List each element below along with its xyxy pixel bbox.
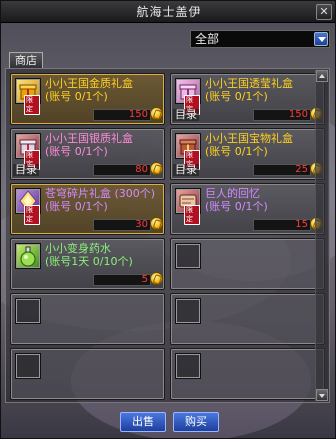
- close-icon: ✕: [319, 5, 329, 18]
- list-item[interactable]: 限定 苍穹碎片礼盒 (300个) (账号 0/1个) 30: [10, 183, 165, 235]
- price-bar: 80: [93, 164, 151, 176]
- coin-icon: [150, 217, 163, 230]
- sell-button[interactable]: 出售: [120, 412, 166, 432]
- item-grid: 限定 小小王国金质礼盒 (账号 0/1个) 150 限定 小小王国透莹礼盒 (账…: [5, 68, 330, 403]
- buy-button[interactable]: 购买: [173, 412, 219, 432]
- memory-scroll-icon: 限定: [175, 188, 201, 225]
- item-name: 苍穹碎片礼盒 (300个): [45, 187, 156, 200]
- coin-icon: [150, 107, 163, 120]
- empty-slot-icon: [175, 298, 201, 324]
- list-item[interactable]: 小小变身药水 (账号1天 0/10个) 5: [10, 238, 165, 290]
- empty-slot-icon: [175, 243, 201, 269]
- price-bar: 5: [93, 274, 151, 286]
- catalog-link[interactable]: 目录: [13, 164, 39, 176]
- item-price: 150: [288, 109, 308, 120]
- empty-slot-icon: [175, 353, 201, 379]
- scroll-up-icon[interactable]: [316, 70, 328, 82]
- gift-box-pink-icon: 限定: [175, 78, 201, 115]
- item-limit: (账号 0/1个): [45, 90, 108, 103]
- empty-slot: [10, 348, 165, 400]
- list-item[interactable]: 限定 小小王国银质礼盒 (账号 0/1个) 目录 80: [10, 128, 165, 180]
- window-title: 航海士盖伊: [1, 1, 335, 23]
- dropdown-selected-value: 全部: [195, 32, 220, 46]
- scrollbar[interactable]: [315, 70, 328, 401]
- coin-icon: [150, 272, 163, 285]
- coin-icon: [150, 162, 163, 175]
- empty-slot: [170, 238, 325, 290]
- potion-icon: [15, 243, 41, 269]
- list-item[interactable]: 限定 巨人的回忆 (账号 0/1个) 15: [170, 183, 325, 235]
- close-button[interactable]: ✕: [316, 4, 332, 20]
- item-price: 15: [295, 219, 308, 230]
- item-limit: (账号1天 0/10个): [45, 255, 133, 268]
- price-bar: 150: [253, 109, 311, 121]
- price-bar: 25: [253, 164, 311, 176]
- limited-badge: 限定: [24, 95, 40, 115]
- item-limit: (账号 0/1个): [205, 90, 268, 103]
- tab-shop[interactable]: 商店: [9, 52, 43, 69]
- empty-slot-icon: [15, 353, 41, 379]
- catalog-link[interactable]: 目录: [173, 109, 199, 121]
- list-item[interactable]: 限定 小小王国宝物礼盒 (账号 0/1个) 目录 25: [170, 128, 325, 180]
- item-name: 小小王国透莹礼盒: [205, 77, 293, 90]
- shard-box-icon: 限定: [15, 188, 41, 225]
- item-limit: (账号 0/1个): [45, 145, 108, 158]
- chevron-down-icon[interactable]: [314, 32, 328, 46]
- gift-box-gold-icon: 限定: [15, 78, 41, 115]
- item-price: 30: [135, 219, 148, 230]
- limited-badge: 限定: [24, 205, 40, 225]
- scroll-down-icon[interactable]: [316, 389, 328, 401]
- item-price: 25: [295, 164, 308, 175]
- catalog-link[interactable]: 目录: [173, 164, 199, 176]
- item-price: 80: [135, 164, 148, 175]
- gift-box-silver-icon: 限定: [15, 133, 41, 170]
- empty-slot: [170, 348, 325, 400]
- list-item[interactable]: 限定 小小王国透莹礼盒 (账号 0/1个) 目录 150: [170, 73, 325, 125]
- gift-box-treasure-icon: 限定: [175, 133, 201, 170]
- item-name: 小小王国金质礼盒: [45, 77, 133, 90]
- item-name: 小小王国银质礼盒: [45, 132, 133, 145]
- list-item[interactable]: 限定 小小王国金质礼盒 (账号 0/1个) 150: [10, 73, 165, 125]
- item-limit: (账号 0/1个): [205, 200, 268, 213]
- item-price: 5: [141, 274, 148, 285]
- item-name: 小小王国宝物礼盒: [205, 132, 293, 145]
- item-name: 巨人的回忆: [205, 187, 260, 200]
- shop-window: 航海士盖伊 ✕ 全部 商店 限定 小小王国金质礼盒 (账号 0/1个) 150 …: [0, 0, 336, 439]
- empty-slot: [170, 293, 325, 345]
- item-limit: (账号 0/1个): [45, 200, 108, 213]
- price-bar: 30: [93, 219, 151, 231]
- empty-slot-icon: [15, 298, 41, 324]
- price-bar: 150: [93, 109, 151, 121]
- category-dropdown[interactable]: 全部: [190, 30, 330, 48]
- price-bar: 15: [253, 219, 311, 231]
- item-limit: (账号 0/1个): [205, 145, 268, 158]
- empty-slot: [10, 293, 165, 345]
- item-name: 小小变身药水: [45, 242, 111, 255]
- item-price: 150: [128, 109, 148, 120]
- limited-badge: 限定: [184, 205, 200, 225]
